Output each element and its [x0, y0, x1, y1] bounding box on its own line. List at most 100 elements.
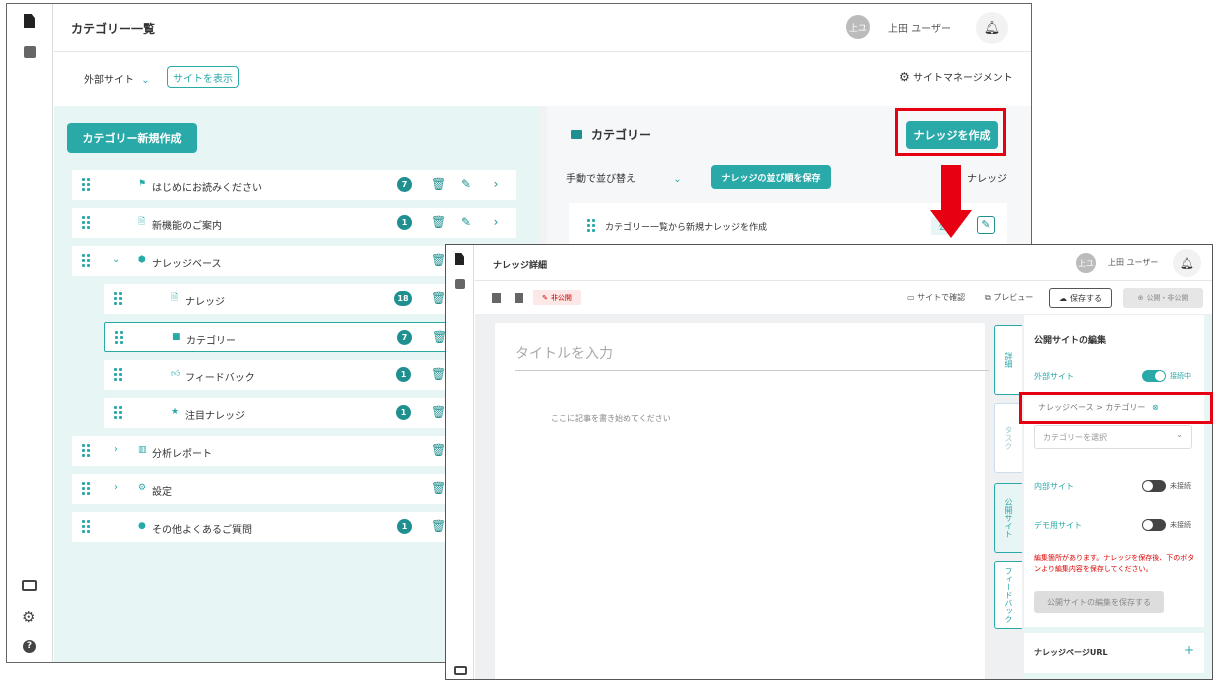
trash-icon[interactable] — [515, 293, 523, 303]
monitor-icon[interactable] — [22, 580, 37, 591]
tab-feedback[interactable]: フィードバック — [994, 561, 1022, 629]
knowledge-url-label: ナレッジページURL — [1034, 648, 1108, 657]
unsaved-warning: 編集箇所があります。ナレッジを保存後、下のボタンより編集内容を保存してください。 — [1034, 554, 1195, 573]
drag-handle-icon[interactable] — [114, 368, 124, 381]
help-icon[interactable]: ? — [23, 640, 36, 653]
internal-site-toggle[interactable] — [1142, 480, 1166, 492]
drag-handle-icon[interactable] — [82, 254, 92, 267]
bell-icon[interactable]: 🔔︎ — [1173, 249, 1201, 277]
body-editor[interactable]: ここに記事を書き始めてください — [551, 413, 671, 424]
tab-task[interactable]: タスク — [994, 403, 1022, 473]
demo-site-toggle[interactable] — [1142, 519, 1166, 531]
tree-row-label: はじめにお読みください — [152, 183, 262, 194]
drag-handle-icon[interactable] — [82, 520, 92, 533]
chevron-right-icon[interactable]: › — [114, 482, 118, 493]
status-badge: ✎ 非公開 — [533, 290, 581, 305]
category-select[interactable]: カテゴリーを選択 ⌄ — [1034, 425, 1192, 449]
trash-icon[interactable]: 🗑︎ — [431, 290, 446, 306]
internal-site-state: 未接続 — [1170, 482, 1191, 490]
publish-button[interactable]: ⊕ 公開・非公開 — [1123, 288, 1203, 308]
bell-icon[interactable]: 🔔︎ — [976, 12, 1008, 44]
new-category-button[interactable]: カテゴリー新規作成 — [67, 123, 197, 153]
drag-handle-icon[interactable] — [115, 331, 125, 344]
drag-handle-icon[interactable] — [114, 406, 124, 419]
save-order-button[interactable]: ナレッジの並び順を保存 — [711, 165, 831, 189]
gear-icon: ⚙ — [899, 70, 910, 84]
sort-select[interactable]: 手動で並び替え ⌄ — [566, 170, 682, 185]
save-label: 保存する — [1070, 293, 1102, 303]
drag-handle-icon[interactable] — [82, 216, 92, 229]
drag-handle-icon[interactable] — [82, 482, 92, 495]
trash-icon[interactable]: 🗑︎ — [431, 480, 446, 496]
trash-icon[interactable]: 🗑︎ — [431, 214, 446, 230]
trash-icon[interactable]: 🗑︎ — [431, 518, 446, 534]
category-select-placeholder: カテゴリーを選択 — [1043, 433, 1107, 442]
chevron-down-icon[interactable]: ⌄ — [112, 254, 120, 265]
drag-handle-icon[interactable] — [82, 444, 92, 457]
title-input[interactable]: タイトルを入力 — [515, 343, 989, 371]
chevron-down-icon: ⌄ — [141, 75, 150, 86]
site-management-link[interactable]: ⚙ サイトマネージメント — [899, 69, 1013, 84]
save-public-edit-button[interactable]: 公開サイトの編集を保存する — [1034, 591, 1164, 613]
tree-row-label: その他よくあるご質問 — [152, 525, 252, 536]
panel-header: 公開サイトの編集 — [1034, 336, 1107, 346]
drag-handle-icon[interactable] — [82, 178, 92, 191]
count-badge: 7 — [397, 330, 412, 345]
chevron-right-icon[interactable]: › — [489, 176, 503, 192]
tab-detail[interactable]: 詳細 — [994, 325, 1022, 395]
sort-label: 手動で並び替え — [566, 174, 636, 185]
pencil-icon: ✎ — [542, 293, 548, 302]
cloud-icon: ☁ — [1059, 293, 1067, 303]
trash-icon[interactable]: 🗑︎ — [431, 442, 446, 458]
check-site-label: サイトで確認 — [917, 293, 966, 302]
tree-row[interactable]: ⚑ はじめにお読みください 7 🗑︎ ✎ › — [72, 170, 516, 200]
tree-row[interactable]: 🗎︎ 新機能のご案内 1 🗑︎ ✎ › — [72, 208, 516, 238]
analytics-icon[interactable] — [24, 46, 36, 58]
editor-toolbar: ✎ 非公開 ▭ サイトで確認 ⧉ プレビュー ☁ 保存する ⊕ 公開・非公開 — [475, 281, 1212, 315]
document-icon[interactable] — [24, 14, 35, 28]
avatar[interactable]: 上ユ — [846, 15, 870, 39]
chart-icon: ▥ — [138, 445, 147, 455]
drag-handle-icon[interactable] — [114, 292, 124, 305]
knowledge-detail-window: ナレッジ詳細 上ユ 上田 ユーザー 🔔︎ ✎ 非公開 ▭ サイトで確認 ⧉ プレ… — [445, 244, 1213, 680]
highlight-category-breadcrumb — [1019, 392, 1213, 424]
gear-icon[interactable]: ⚙ — [22, 608, 35, 626]
copy-icon[interactable] — [492, 293, 501, 303]
user-name[interactable]: 上田 ユーザー — [1108, 257, 1158, 268]
category-header: カテゴリー — [591, 128, 652, 142]
pencil-icon[interactable]: ✎ — [459, 214, 473, 230]
external-site-state: 接続中 — [1170, 372, 1191, 380]
tab-public-site[interactable]: 公開サイト — [994, 483, 1022, 553]
trash-icon[interactable]: 🗑︎ — [432, 329, 447, 345]
user-name[interactable]: 上田 ユーザー — [888, 20, 951, 35]
avatar[interactable]: 上ユ — [1076, 253, 1096, 273]
tree-row-label: 注目ナレッジ — [185, 411, 245, 422]
document-icon[interactable] — [455, 253, 464, 265]
side-panel: 詳細 タスク 公開サイト フィードバック 公開サイトの編集 外部サイト 接続中 … — [994, 315, 1212, 679]
trash-icon[interactable]: 🗑︎ — [431, 252, 446, 268]
trash-icon[interactable]: 🗑︎ — [431, 404, 446, 420]
trash-icon[interactable]: 🗑︎ — [431, 176, 446, 192]
star-icon: ★ — [171, 407, 180, 417]
chevron-right-icon[interactable]: › — [114, 444, 118, 455]
knowledge-tab[interactable]: ナレッジ — [967, 170, 1007, 185]
page-title: カテゴリー一覧 — [71, 22, 156, 36]
site-management-label: サイトマネージメント — [912, 73, 1013, 84]
pencil-icon[interactable]: ✎ — [459, 176, 473, 192]
monitor-icon[interactable] — [454, 666, 467, 675]
sub-bar: 外部サイト ⌄ サイトを表示 ⚙ サイトマネージメント — [54, 52, 1031, 106]
add-url-button[interactable]: + — [1184, 643, 1194, 657]
check-site-button[interactable]: ▭ サイトで確認 — [907, 292, 965, 303]
trash-icon[interactable]: 🗑︎ — [431, 366, 446, 382]
chevron-down-icon: ⌄ — [1176, 430, 1183, 439]
analytics-icon[interactable] — [455, 279, 465, 289]
view-site-button[interactable]: サイトを表示 — [167, 66, 239, 88]
chevron-right-icon[interactable]: › — [489, 214, 503, 230]
pencil-icon[interactable]: ✎ — [977, 216, 995, 234]
drag-handle-icon[interactable] — [587, 219, 597, 232]
save-button[interactable]: ☁ 保存する — [1049, 288, 1112, 308]
external-site-label: 外部サイト — [1034, 372, 1074, 381]
external-site-toggle[interactable] — [1142, 370, 1166, 382]
site-select[interactable]: 外部サイト ⌄ — [84, 71, 150, 86]
preview-button[interactable]: ⧉ プレビュー — [985, 292, 1033, 303]
